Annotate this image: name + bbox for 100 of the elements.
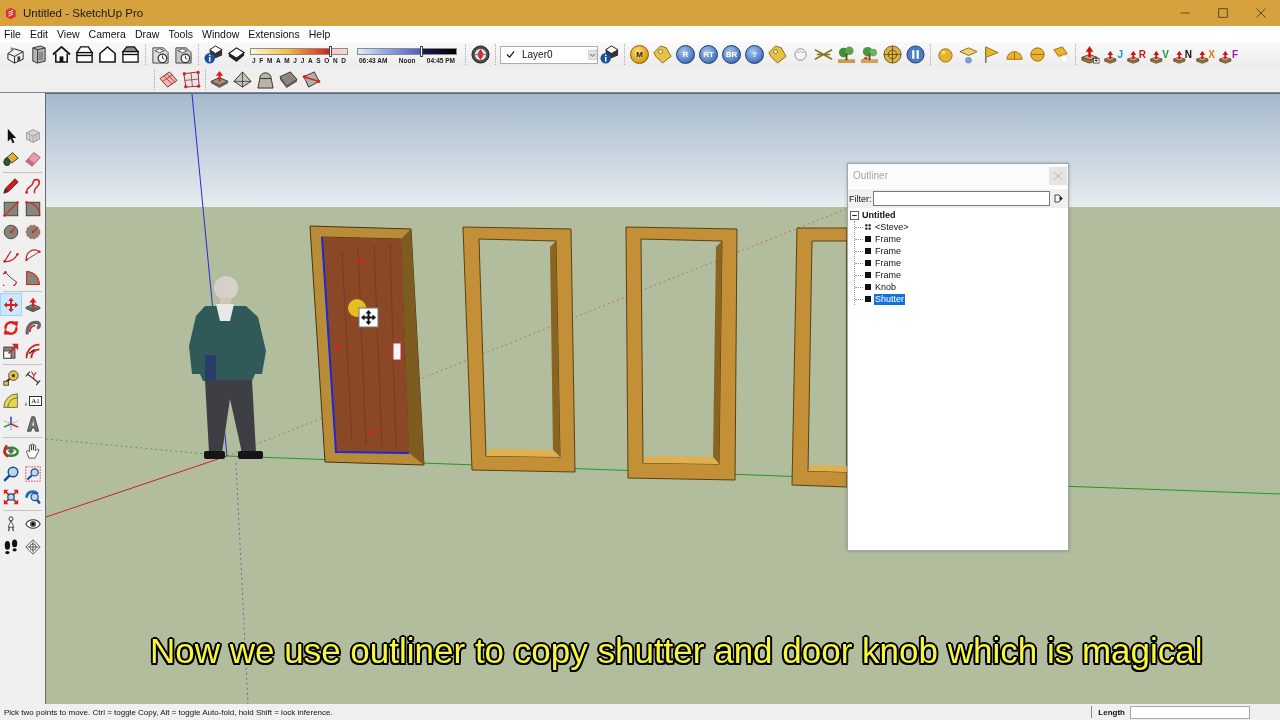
house-icon[interactable]: [52, 45, 71, 64]
cube-info-icon[interactable]: [600, 45, 619, 64]
pencil-icon: [3, 177, 19, 194]
menu-item[interactable]: File: [0, 27, 25, 41]
pie-icon: [25, 269, 41, 286]
tile-icon[interactable]: [279, 70, 298, 89]
menu-item[interactable]: Help: [304, 27, 335, 41]
slider-thumb[interactable]: [419, 45, 423, 57]
hand-icon: [25, 442, 41, 459]
toolbar-button[interactable]: F: [1219, 45, 1238, 64]
measurement-label: Length: [1098, 707, 1125, 717]
filter-label: Filter:: [849, 193, 872, 204]
pyramid-icon[interactable]: [233, 70, 252, 89]
sphere-icon[interactable]: [936, 45, 955, 64]
menu-item[interactable]: Camera: [84, 27, 130, 41]
filter-field[interactable]: [872, 191, 1050, 206]
expand-arrows-icon: [3, 488, 19, 505]
tree-item[interactable]: Knob: [874, 281, 898, 293]
magnifier-arrow-icon: [25, 488, 41, 505]
tag-icon[interactable]: [768, 45, 787, 64]
menu-item[interactable]: Extensions: [244, 27, 304, 41]
tree-item[interactable]: Untitled: [861, 209, 897, 221]
dome-shape-icon[interactable]: [256, 70, 275, 89]
box-arrow-icon[interactable]: [1081, 45, 1100, 64]
tilted-cube-icon[interactable]: [227, 45, 246, 64]
slider-thumb[interactable]: [328, 45, 332, 57]
offset-icon: [25, 342, 41, 359]
arc-icon: [3, 269, 19, 286]
house-roof-icon[interactable]: [75, 45, 94, 64]
window-title: Untitled - SketchUp Pro: [23, 7, 145, 19]
details-arrow-icon[interactable]: [1053, 193, 1064, 204]
move-cursor-icon: [358, 307, 379, 328]
target-icon[interactable]: [883, 45, 902, 64]
component-icon: [865, 224, 871, 230]
menu-item[interactable]: Tools: [164, 27, 197, 41]
box-arrow-icon: [1173, 50, 1187, 64]
polygon-icon: [25, 223, 41, 240]
house-side-icon[interactable]: [121, 45, 140, 64]
isometric-house-icon[interactable]: [6, 45, 25, 64]
box-arrow-icon: [1127, 50, 1141, 64]
box-icon[interactable]: [29, 45, 48, 64]
cube-info-icon[interactable]: [204, 45, 223, 64]
diamond-crosshair-icon: [25, 538, 41, 555]
orbit-icon: [3, 442, 19, 459]
swirl-icon: [25, 319, 41, 336]
grid-plane-icon[interactable]: [182, 70, 201, 89]
panel-title: Outliner: [853, 170, 889, 181]
toolbar-button[interactable]: N: [1173, 45, 1192, 64]
maximize-icon[interactable]: [1218, 8, 1228, 18]
page-clock-icon[interactable]: [151, 45, 170, 64]
menu-item[interactable]: Window: [198, 27, 244, 41]
tree-icon[interactable]: [860, 45, 879, 64]
magnifier-window-icon: [25, 465, 41, 482]
inference-marker: [334, 343, 342, 351]
rotate-icon: [3, 319, 19, 336]
tree-item[interactable]: Frame: [874, 245, 902, 257]
pause-icon[interactable]: [906, 45, 925, 64]
menu-item[interactable]: View: [53, 27, 84, 41]
inference-marker: [357, 257, 365, 265]
plane-ball-icon[interactable]: [959, 45, 978, 64]
toolbar-button[interactable]: R: [1127, 45, 1146, 64]
cube-icon: [25, 127, 41, 144]
tag-icon[interactable]: [653, 45, 672, 64]
eraser-icon: [25, 150, 41, 167]
compass-icon[interactable]: [471, 45, 490, 64]
flag-icon[interactable]: [982, 45, 1001, 64]
block-letter-icon: [25, 415, 41, 432]
push-arrow-icon[interactable]: [210, 70, 229, 89]
date-slider-track[interactable]: [250, 47, 348, 55]
tree-item[interactable]: Frame: [874, 257, 902, 269]
dimension-icon: [25, 369, 41, 386]
house-outline-icon[interactable]: [98, 45, 117, 64]
protractor-icon: [3, 392, 19, 409]
inference-marker: [368, 428, 376, 436]
box-arrow-icon: [1150, 50, 1164, 64]
axes-icon: [3, 415, 19, 432]
page-clock-icon[interactable]: [174, 45, 193, 64]
sphere-icon[interactable]: [1028, 45, 1047, 64]
tree-item[interactable]: Shutter: [874, 293, 906, 305]
tree-item[interactable]: Frame: [874, 233, 902, 245]
layer-dropdown[interactable]: Layer0: [500, 45, 598, 64]
expander-icon[interactable]: [850, 210, 859, 220]
tree-item[interactable]: Frame: [874, 269, 902, 281]
tree-icon[interactable]: [837, 45, 856, 64]
measurement-field[interactable]: [1130, 705, 1250, 719]
box-arrow-icon: [1219, 50, 1233, 64]
arc-icon: [25, 246, 41, 263]
box-arrow-icon: [1196, 50, 1210, 64]
toolbar-button[interactable]: M: [630, 45, 649, 64]
diamond-ball-icon[interactable]: [1051, 45, 1070, 64]
menu-item[interactable]: Edit: [25, 27, 52, 41]
app-logo-icon: [4, 6, 17, 20]
split-tile-icon[interactable]: [302, 70, 321, 89]
tilted-plane-icon[interactable]: [159, 70, 178, 89]
box-arrow-icon: [1104, 50, 1118, 64]
close-icon[interactable]: [1256, 8, 1266, 18]
time-slider-track[interactable]: [357, 47, 457, 55]
tree-item[interactable]: <Steve>: [874, 221, 910, 233]
move-icon: [3, 296, 19, 313]
menu-item[interactable]: Draw: [130, 27, 164, 41]
